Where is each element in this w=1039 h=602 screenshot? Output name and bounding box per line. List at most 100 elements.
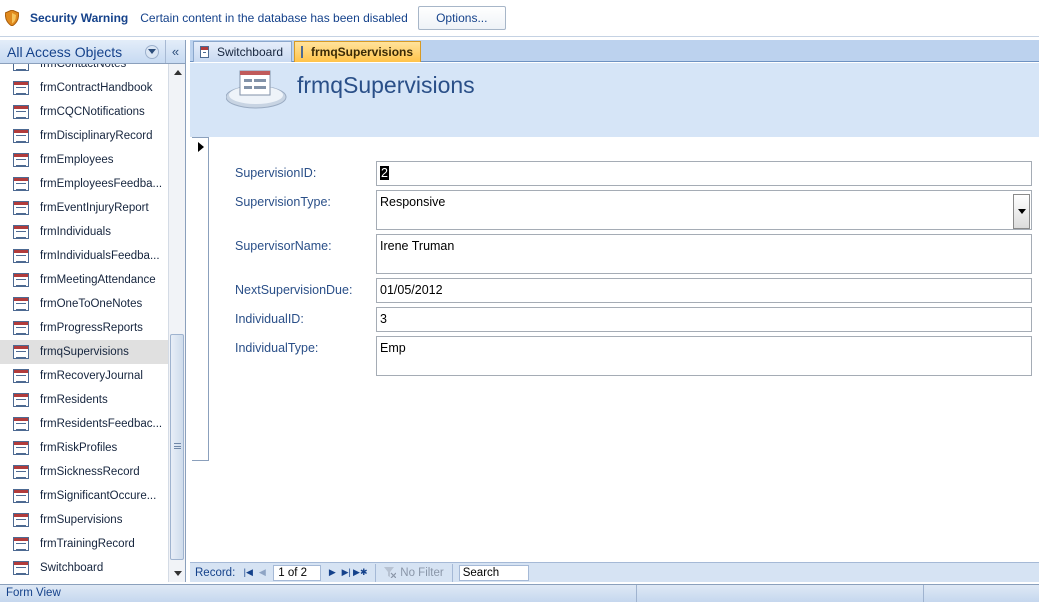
individual-type-value: Emp	[380, 341, 406, 355]
nav-item[interactable]: frmEmployeesFeedba...	[0, 172, 168, 196]
nav-item-label: frmMeetingAttendance	[40, 274, 156, 286]
form-icon	[13, 297, 29, 311]
nav-item[interactable]: Switchboard	[0, 556, 168, 580]
nav-item[interactable]: frmEventInjuryReport	[0, 196, 168, 220]
next-supervision-due-label: NextSupervisionDue:	[235, 283, 353, 297]
nav-item[interactable]: frmProgressReports	[0, 316, 168, 340]
nav-item[interactable]: frmRiskProfiles	[0, 436, 168, 460]
nav-item-label: frmContactNotes	[40, 64, 127, 70]
form-icon	[13, 153, 29, 167]
nav-item-label: frmEventInjuryReport	[40, 202, 149, 214]
form-title: frmqSupervisions	[297, 72, 475, 98]
security-warning-title: Security Warning	[30, 11, 129, 25]
form-detail-section: SupervisionID: 2 SupervisionType: Respon…	[190, 137, 1039, 562]
nav-item[interactable]: frmOneToOneNotes	[0, 292, 168, 316]
chevron-down-icon[interactable]	[1013, 194, 1030, 229]
nav-item[interactable]: frmSupervisions	[0, 508, 168, 532]
form-icon	[13, 273, 29, 287]
navigation-pane: All Access Objects « frmContactNotes frmC…	[0, 40, 186, 582]
collapse-pane-icon[interactable]: «	[165, 40, 185, 63]
current-record-input[interactable]: 1 of 2	[273, 564, 322, 581]
nav-item-label: frmEmployeesFeedba...	[40, 178, 163, 190]
nav-item-label: frmDisciplinaryRecord	[40, 130, 153, 142]
form-icon	[13, 249, 29, 263]
current-record-icon	[198, 142, 204, 152]
scroll-up-icon[interactable]	[169, 64, 186, 81]
nav-item-label: frmTrainingRecord	[40, 538, 135, 550]
first-record-icon[interactable]: |◀	[241, 566, 255, 580]
chevron-down-icon[interactable]	[145, 44, 159, 59]
supervision-type-value: Responsive	[380, 195, 446, 209]
nav-item[interactable]: frmIndividualsFeedba...	[0, 244, 168, 268]
document-tab-strip: Switchboard frmqSupervisions	[190, 40, 1039, 62]
supervisor-name-value: Irene Truman	[380, 239, 455, 253]
supervision-id-field[interactable]: 2	[376, 161, 1032, 186]
tab-frmqsupervisions[interactable]: frmqSupervisions	[294, 41, 421, 62]
individual-type-field[interactable]: Emp	[376, 336, 1032, 376]
next-supervision-due-field[interactable]: 01/05/2012	[376, 278, 1032, 303]
view-mode-text: Form View	[6, 587, 61, 599]
nav-scrollbar[interactable]	[168, 64, 185, 582]
record-selector[interactable]	[192, 137, 209, 461]
supervision-type-combo[interactable]: Responsive	[376, 190, 1032, 230]
nav-item[interactable]: frmResidentsFeedbac...	[0, 412, 168, 436]
security-warning-bar: Security Warning Certain content in the …	[0, 0, 1039, 37]
form-icon	[13, 369, 29, 383]
nav-object-list: frmContactNotes frmContractHandbook frmCQC…	[0, 64, 168, 582]
form-icon	[13, 129, 29, 143]
nav-item-label: frmEmployees	[40, 154, 114, 166]
security-warning-message: Certain content in the database has been…	[140, 11, 408, 25]
nav-item[interactable]: frmqSupervisions	[0, 340, 168, 364]
nav-item-label: frmContractHandbook	[40, 82, 153, 94]
document-area: Switchboard frmqSupervisions frmqSupervi…	[190, 40, 1039, 582]
nav-item[interactable]: frmIndividuals	[0, 220, 168, 244]
supervision-id-label: SupervisionID:	[235, 166, 317, 180]
nav-item[interactable]: frmDisciplinaryRecord	[0, 124, 168, 148]
form-icon	[13, 393, 29, 407]
individual-id-field[interactable]: 3	[376, 307, 1032, 332]
form-icon	[13, 345, 29, 359]
form-icon	[13, 201, 29, 215]
nav-item[interactable]: frmEmployees	[0, 148, 168, 172]
form-logo-icon	[226, 70, 287, 109]
supervision-type-label: SupervisionType:	[235, 195, 331, 209]
nav-item-label: frmProgressReports	[40, 322, 143, 334]
nav-item[interactable]: frmCQCNotifications	[0, 100, 168, 124]
no-filter-button[interactable]: No Filter	[375, 563, 453, 582]
form-icon	[301, 46, 303, 58]
form-icon	[13, 105, 29, 119]
no-filter-label: No Filter	[400, 566, 444, 579]
form-icon	[13, 225, 29, 239]
last-record-icon[interactable]: ▶|	[339, 566, 353, 580]
supervisor-name-label: SupervisorName:	[235, 239, 332, 253]
form-icon	[13, 513, 29, 527]
next-record-icon[interactable]: ▶	[325, 566, 339, 580]
nav-item[interactable]: frmRecoveryJournal	[0, 364, 168, 388]
nav-pane-header[interactable]: All Access Objects «	[0, 40, 185, 64]
form-icon	[13, 177, 29, 191]
nav-item[interactable]: frmSignificantOccure...	[0, 484, 168, 508]
shield-icon	[5, 10, 19, 26]
nav-item-label: frmSignificantOccure...	[40, 490, 157, 502]
nav-item[interactable]: frmContactNotes	[0, 64, 168, 76]
form-icon	[13, 81, 29, 95]
previous-record-icon[interactable]: ◀	[255, 566, 269, 580]
nav-item[interactable]: frmMeetingAttendance	[0, 268, 168, 292]
form-icon	[13, 489, 29, 503]
nav-item[interactable]: frmContractHandbook	[0, 76, 168, 100]
scroll-down-icon[interactable]	[169, 565, 186, 582]
nav-item-label: frmResidents	[40, 394, 108, 406]
nav-item[interactable]: frmResidents	[0, 388, 168, 412]
options-button[interactable]: Options...	[417, 6, 506, 30]
search-input[interactable]: Search	[458, 564, 529, 581]
nav-item[interactable]: frmSicknessRecord	[0, 460, 168, 484]
tab-switchboard[interactable]: Switchboard	[193, 41, 292, 62]
nav-item-label: frmRecoveryJournal	[40, 370, 143, 382]
nav-pane-title: All Access Objects	[7, 43, 123, 60]
individual-id-value: 3	[380, 312, 387, 326]
scrollbar-thumb[interactable]	[170, 334, 184, 560]
nav-item[interactable]: frmTrainingRecord	[0, 532, 168, 556]
supervisor-name-field[interactable]: Irene Truman	[376, 234, 1032, 274]
new-record-icon[interactable]: ▶✱	[353, 566, 367, 580]
nav-item-label: frmOneToOneNotes	[40, 298, 143, 310]
